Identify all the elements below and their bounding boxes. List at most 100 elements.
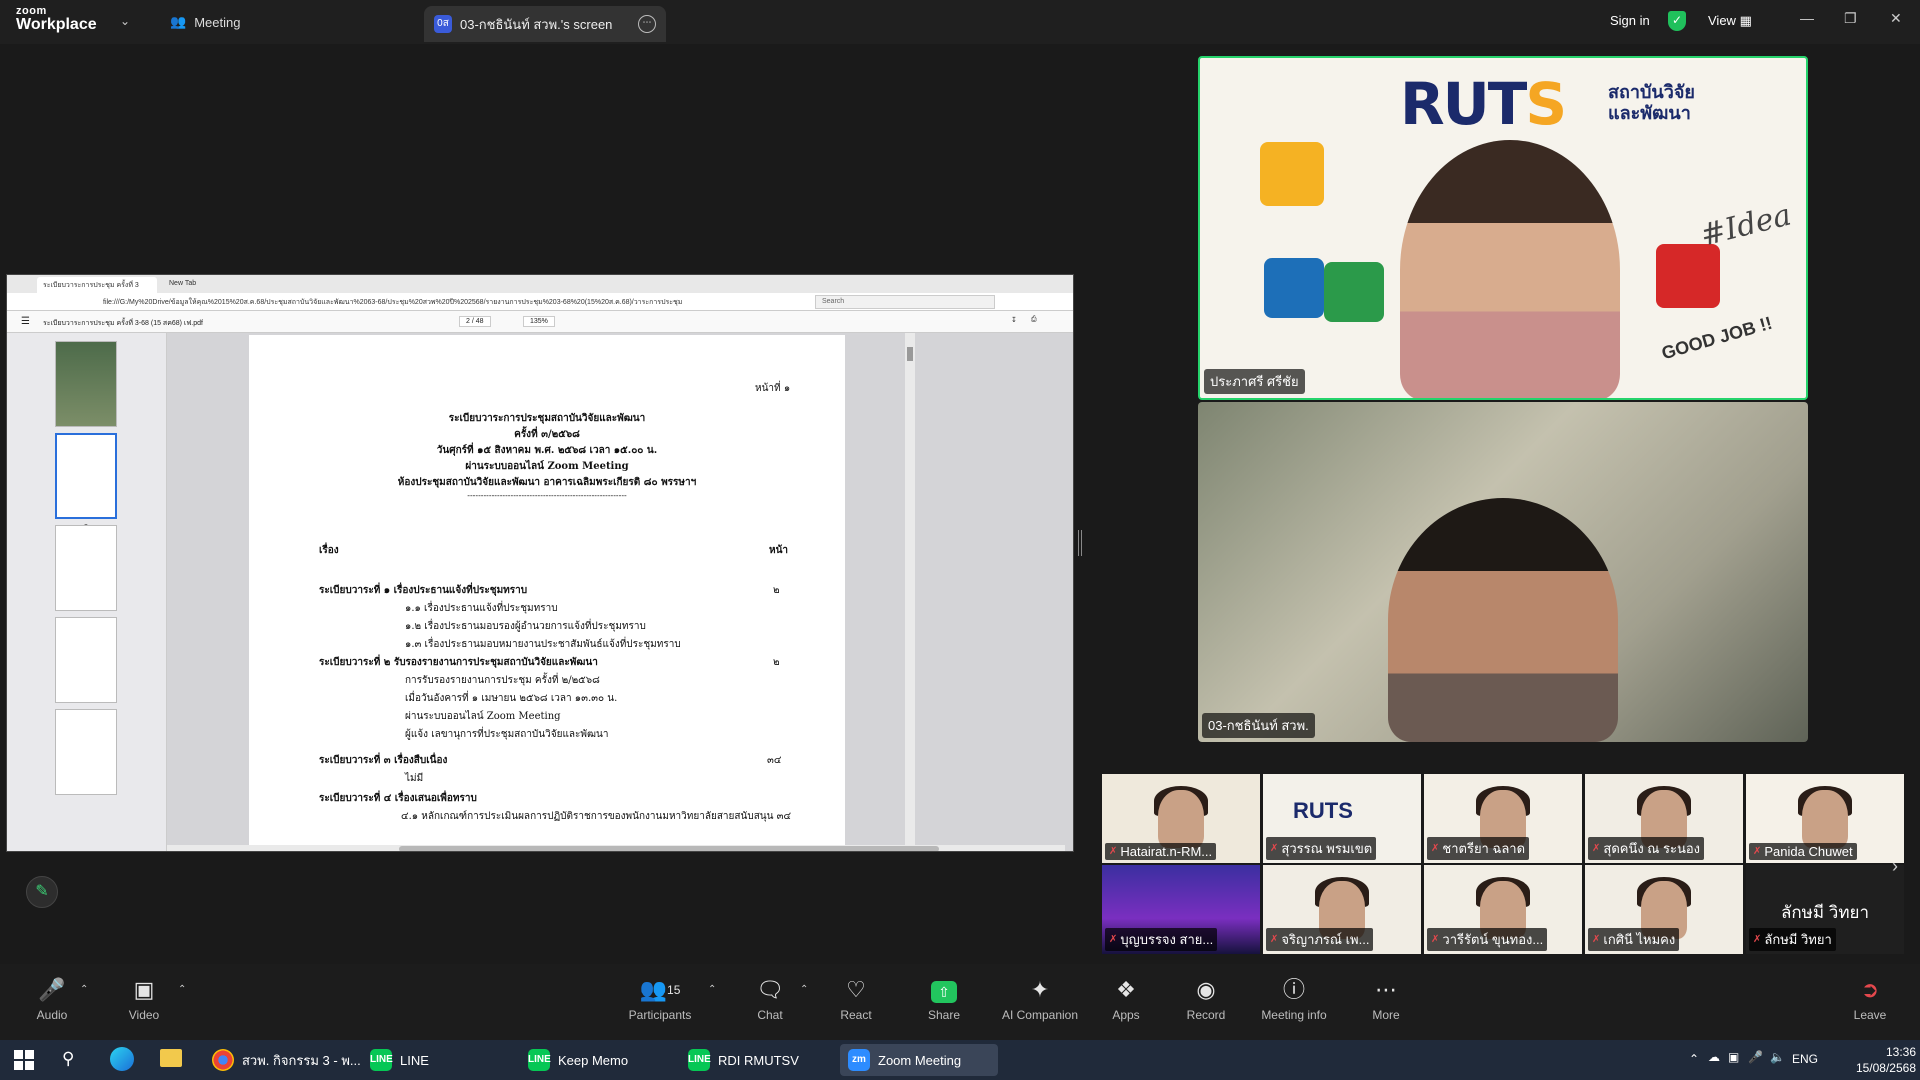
- shared-screen-tab[interactable]: 0ส 03-กชธินันท์ สวพ.'s screen ⋯: [424, 6, 666, 42]
- grid-icon: ▦: [1739, 13, 1752, 28]
- browser-search-box[interactable]: Search: [815, 295, 995, 309]
- shared-screen-area: ระเบียบวาระการประชุม ครั้งที่ 3 New Tab …: [0, 44, 1090, 964]
- search-icon[interactable]: ⚲: [62, 1049, 74, 1069]
- participants-button[interactable]: 👥15 Participants: [624, 976, 696, 1022]
- pdf-page-indicator[interactable]: 2 / 48: [459, 316, 491, 327]
- zoom-icon: zm: [848, 1049, 870, 1071]
- audio-button[interactable]: 🎤 Audio: [16, 976, 88, 1022]
- pdf-thumbnail[interactable]: 1: [55, 341, 117, 440]
- agenda-item: ๑.๑ เรื่องประธานแจ้งที่ประชุมทราบ: [405, 603, 558, 614]
- pdf-zoom-level[interactable]: 135%: [523, 316, 555, 327]
- participant-tile[interactable]: ✗ Panida Chuwet: [1746, 774, 1904, 863]
- agenda-item: ผู้แจ้ง เลขานุการที่ประชุมสถาบันวิจัยและ…: [405, 729, 609, 740]
- chevron-down-icon[interactable]: ⌄: [120, 14, 130, 28]
- taskbar-rdi[interactable]: LINE RDI RMUTSV: [680, 1044, 807, 1076]
- taskbar-chrome[interactable]: สวพ. กิจกรรม 3 - พ...: [204, 1044, 369, 1076]
- meeting-tab[interactable]: 👥 Meeting: [170, 14, 240, 30]
- participants-options-caret[interactable]: ⌃: [708, 984, 716, 995]
- close-icon[interactable]: ✕: [1890, 10, 1902, 27]
- participant-tile[interactable]: ✗ Hatairat.n-RM...: [1102, 774, 1260, 863]
- pdf-viewer[interactable]: หน้าที่ ๑ ระเบียบวาระการประชุมสถาบันวิจั…: [167, 333, 1073, 851]
- taskbar-keep-memo[interactable]: LINE Keep Memo: [520, 1044, 636, 1076]
- share-screen-icon: ⇧: [931, 981, 957, 1003]
- chevron-up-icon[interactable]: ⌃: [1689, 1052, 1699, 1066]
- line-icon: LINE: [688, 1049, 711, 1071]
- pdf-file-name: ระเบียบวาระการประชุม ครั้งที่ 3-68 (15 ส…: [43, 320, 203, 327]
- edge-icon[interactable]: [110, 1047, 134, 1071]
- taskbar-line[interactable]: LINE LINE: [362, 1044, 437, 1076]
- record-icon: ◉: [1196, 977, 1216, 1002]
- participant-tile[interactable]: ✗ บุญบรรจง สาย...: [1102, 865, 1260, 954]
- file-explorer-icon[interactable]: [160, 1049, 182, 1067]
- chevron-right-icon[interactable]: ›: [1892, 856, 1898, 877]
- network-icon[interactable]: ▣: [1728, 1050, 1739, 1064]
- sign-in-button[interactable]: Sign in: [1610, 13, 1650, 28]
- pdf-thumbnail[interactable]: [55, 709, 117, 795]
- presenter-badge: 0ส: [434, 15, 452, 33]
- doc-title: ระเบียบวาระการประชุมสถาบันวิจัยและพัฒนา: [448, 413, 646, 424]
- agenda-heading: ระเบียบวาระที่ ๑ เรื่องประธานแจ้งที่ประช…: [319, 585, 528, 596]
- react-button[interactable]: ♡ React: [820, 976, 892, 1022]
- participant-tile-video-off[interactable]: ลักษมี วิทยา ✗ ลักษมี วิทยา: [1746, 865, 1904, 954]
- audio-options-caret[interactable]: ⌃: [80, 984, 88, 995]
- panel-resize-handle[interactable]: [1078, 530, 1082, 556]
- pdf-thumbnail[interactable]: 4: [55, 617, 117, 716]
- chrome-icon: [212, 1049, 234, 1071]
- print-icon[interactable]: ⎙: [1031, 316, 1037, 324]
- participant-tile[interactable]: ✗ วารีรัตน์ ขุนทอง...: [1424, 865, 1582, 954]
- meeting-info-button[interactable]: ⓘ Meeting info: [1254, 976, 1334, 1022]
- share-button[interactable]: ⇧ Share: [908, 976, 980, 1022]
- more-button[interactable]: ⋯ More: [1350, 976, 1422, 1022]
- speaker-tile-presenter[interactable]: 03-กชธินันท์ สวพ.: [1198, 402, 1808, 742]
- line-icon: LINE: [528, 1049, 551, 1071]
- pdf-toolbar: ☰ ระเบียบวาระการประชุม ครั้งที่ 3-68 (15…: [7, 311, 1073, 333]
- pdf-thumbnail[interactable]: 2: [55, 433, 117, 531]
- participant-tile[interactable]: ✗ จริญาภรณ์ เพ...: [1263, 865, 1421, 954]
- speaker-tile-active[interactable]: RUTS สถาบันวิจัย และพัฒนา #Idea GOOD JOB …: [1198, 56, 1808, 400]
- taskbar-clock[interactable]: 13:36 15/08/2568: [1836, 1044, 1916, 1076]
- agenda-item: ๑.๒ เรื่องประธานมอบรองผู้อำนวยการแจ้งที่…: [405, 621, 646, 632]
- ai-companion-button[interactable]: ✦ AI Companion: [994, 976, 1086, 1022]
- taskbar-zoom[interactable]: zm Zoom Meeting: [840, 1044, 998, 1076]
- leave-button[interactable]: ➲ Leave: [1834, 976, 1906, 1022]
- restore-icon[interactable]: ❐: [1844, 10, 1857, 27]
- more-options-icon[interactable]: ⋯: [638, 15, 656, 33]
- pdf-thumbnail-sidebar: 1 2 3 4: [7, 333, 167, 851]
- participant-tile[interactable]: ✗ เกศินี ไหมคง: [1585, 865, 1743, 954]
- leave-icon: ➲: [1860, 977, 1880, 1002]
- record-button[interactable]: ◉ Record: [1170, 976, 1242, 1022]
- view-button[interactable]: View ▦: [1708, 13, 1752, 29]
- language-indicator[interactable]: ENG: [1792, 1052, 1818, 1066]
- browser-tab-pdf[interactable]: ระเบียบวาระการประชุม ครั้งที่ 3: [37, 277, 157, 293]
- chat-icon: 🗨: [756, 977, 784, 1002]
- agenda-item: ๔.๑ หลักเกณฑ์การประเมินผลการปฏิบัติราชกา…: [401, 811, 792, 822]
- apps-button[interactable]: ❖ Apps: [1090, 976, 1162, 1022]
- participant-tile[interactable]: RUTS ✗ สุวรรณ พรมเขต: [1263, 774, 1421, 863]
- pdf-thumbnail[interactable]: 3: [55, 525, 117, 624]
- windows-taskbar: ⚲ สวพ. กิจกรรม 3 - พ... LINE LINE LINE Kee…: [0, 1040, 1920, 1080]
- annotate-pencil-icon[interactable]: ✎: [26, 876, 58, 908]
- video-options-caret[interactable]: ⌃: [178, 984, 186, 995]
- pdf-vertical-scrollbar[interactable]: [905, 333, 915, 851]
- chat-options-caret[interactable]: ⌃: [800, 984, 808, 995]
- rmuts-logo-subtitle: สถาบันวิจัย และพัฒนา: [1608, 82, 1695, 123]
- puzzle-graphic: [1324, 262, 1384, 322]
- speaker-icon[interactable]: 🔈: [1770, 1050, 1785, 1064]
- windows-start-icon[interactable]: [14, 1050, 34, 1070]
- shield-check-icon[interactable]: ✓: [1668, 11, 1686, 31]
- pdf-horizontal-scrollbar[interactable]: [167, 845, 1065, 851]
- cloud-icon[interactable]: ☁: [1708, 1050, 1720, 1064]
- participant-tile[interactable]: ✗ สุดคนึง ณ ระนอง: [1585, 774, 1743, 863]
- browser-tab-new[interactable]: New Tab: [163, 277, 283, 293]
- col-subject: เรื่อง: [319, 545, 339, 556]
- minimize-icon[interactable]: —: [1800, 10, 1814, 26]
- microphone-icon[interactable]: 🎤: [1748, 1050, 1763, 1064]
- doc-header-line: ผ่านระบบออนไลน์ Zoom Meeting: [465, 461, 629, 472]
- participant-tile[interactable]: ✗ ชาตรียา ฉลาด: [1424, 774, 1582, 863]
- chat-button[interactable]: 🗨 Chat: [734, 976, 806, 1022]
- download-icon[interactable]: ↧: [1011, 316, 1017, 324]
- agenda-heading: ระเบียบวาระที่ ๔ เรื่องเสนอเพื่อทราบ: [319, 793, 477, 804]
- video-button[interactable]: ▣ Video: [108, 976, 180, 1022]
- browser-tab-strip: ระเบียบวาระการประชุม ครั้งที่ 3 New Tab: [7, 275, 1073, 293]
- menu-icon[interactable]: ☰: [21, 316, 30, 327]
